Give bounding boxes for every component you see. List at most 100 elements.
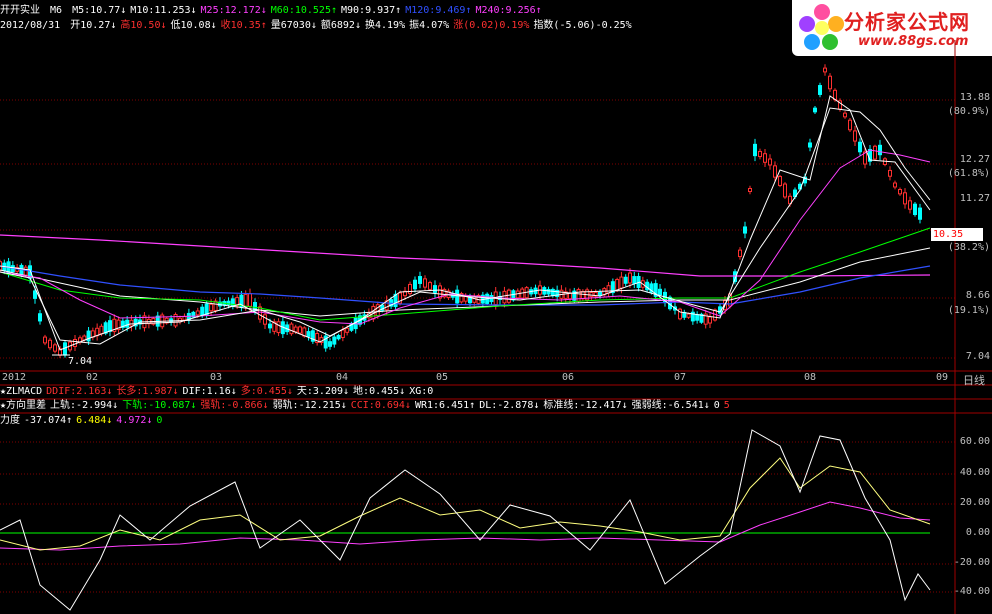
candle-body (808, 142, 812, 148)
candle-body (783, 183, 787, 198)
candle-body (182, 315, 187, 321)
candle-body (758, 150, 762, 158)
price-pct-5: (19.1%) (947, 305, 990, 316)
force-indicator-line[interactable]: 力度 -37.074↑ 6.484↓ 4.972↓ 0 (0, 415, 166, 427)
candle-body (773, 165, 777, 178)
price-label-2: 12.27 (959, 154, 990, 165)
stock-chart-window: 开开实业 M6 M5:10.77↓ M10:11.253↓ M25:12.172↓ M… (0, 0, 992, 614)
candle-body (293, 326, 298, 333)
low-marker-label: 7.04 (68, 356, 93, 367)
candle-body (332, 336, 337, 345)
candle-body (423, 278, 427, 288)
candle-body (686, 313, 691, 318)
date-tick: 08 (804, 372, 817, 383)
candle-body (576, 289, 581, 302)
osc-label: -40.00 (953, 586, 990, 597)
candle-body (345, 327, 350, 333)
indicator-value: 下轨:-10.087↓ (122, 400, 197, 411)
ma90-line (0, 247, 931, 317)
candle-body (568, 292, 572, 300)
indicator-value: ★ZLMACD (0, 386, 43, 397)
osc-label: 0.00 (965, 527, 990, 538)
candle-body (628, 272, 632, 284)
osc-label: 40.00 (959, 467, 990, 478)
candle-body (413, 279, 417, 290)
zlmacd-indicator-line[interactable]: ★ZLMACD DDIF:2.163↓ 长多:1.987↓ DIF:1.16↓ 多:0.… (0, 386, 437, 398)
candle-body (778, 176, 782, 186)
candle-body (340, 329, 345, 338)
indicator-value: 上轨:-2.994↓ (50, 400, 119, 411)
indicator-value: 0 (156, 415, 163, 426)
indicator-value: 天:3.209↓ (296, 386, 350, 397)
candle-body (95, 327, 100, 337)
indicator-value: 弱轨:-12.215↓ (272, 400, 347, 411)
candle-body (33, 290, 37, 299)
price-label-3: 11.27 (959, 193, 990, 204)
candle-body (828, 75, 832, 90)
candle-body (738, 249, 742, 258)
candle-body (506, 289, 511, 303)
candle-body (615, 279, 620, 291)
period-selector[interactable]: 日线 (963, 372, 985, 388)
price-label-6: 7.04 (965, 351, 990, 362)
candle-body (73, 338, 77, 348)
candle-body (200, 306, 205, 316)
osc-label: 60.00 (959, 436, 990, 447)
candle-body (606, 285, 611, 294)
candle-body (258, 306, 262, 320)
candle-body (289, 323, 294, 335)
candle-body (623, 276, 628, 284)
direction-indicator-line[interactable]: ★方向里差 上轨:-2.994↓ 下轨:-10.087↓ 强轨:-0.866↓ 弱轨:-… (0, 400, 734, 412)
candle-body (243, 294, 248, 308)
candle-body (209, 303, 214, 312)
indicator-value: 多:0.455↓ (240, 386, 293, 397)
candle-body (306, 331, 311, 337)
candle-body (428, 282, 432, 290)
candle-body (580, 291, 585, 300)
candle-body (263, 314, 267, 325)
candle-body (63, 342, 67, 356)
candle-body (276, 321, 281, 334)
candle-body (768, 158, 772, 166)
indicator-value: ★方向里差 (0, 400, 47, 411)
candle-body (53, 344, 57, 352)
candlestick-chart[interactable] (0, 0, 992, 614)
indicator-value: 长多:1.987↓ (116, 386, 179, 397)
indicator-value: CCI:0.694↓ (350, 400, 411, 411)
candle-body (878, 144, 882, 156)
price-pct-4: (38.2%) (947, 242, 990, 253)
date-tick: 05 (436, 372, 449, 383)
candle-body (463, 296, 468, 302)
ma240-line (0, 234, 931, 277)
oscillator-white-line (0, 429, 931, 611)
date-tick: 03 (210, 372, 223, 383)
indicator-value: DIF:1.16↓ (182, 386, 237, 397)
date-axis: 2012 02 03 04 05 06 07 08 09 (0, 372, 955, 384)
candle-body (658, 288, 662, 296)
date-tick: 04 (336, 372, 349, 383)
candle-body (23, 266, 28, 276)
candle-body (268, 323, 272, 329)
candle-body (43, 336, 47, 344)
candle-body (848, 119, 852, 131)
candle-body (763, 153, 767, 163)
candle-body (328, 341, 332, 347)
indicator-value: XG:0 (409, 386, 434, 397)
indicator-value: 地:0.455↓ (353, 386, 406, 397)
candle-body (408, 283, 412, 295)
indicator-value: 标准线:-12.417↓ (543, 400, 628, 411)
price-pct-1: (80.9%) (947, 106, 990, 117)
candle-body (888, 169, 892, 177)
candle-body (204, 303, 209, 316)
candle-body (125, 319, 130, 328)
candle-body (695, 314, 700, 321)
indicator-value: 0 (713, 400, 720, 411)
oscillator-grid (0, 441, 955, 593)
oscillator-magenta-line (0, 501, 931, 551)
candle-body (813, 107, 817, 113)
ma5-line (0, 95, 931, 351)
candle-body (455, 289, 460, 304)
candle-body (550, 288, 555, 297)
candle-body (38, 313, 42, 322)
candle-body (632, 276, 637, 284)
